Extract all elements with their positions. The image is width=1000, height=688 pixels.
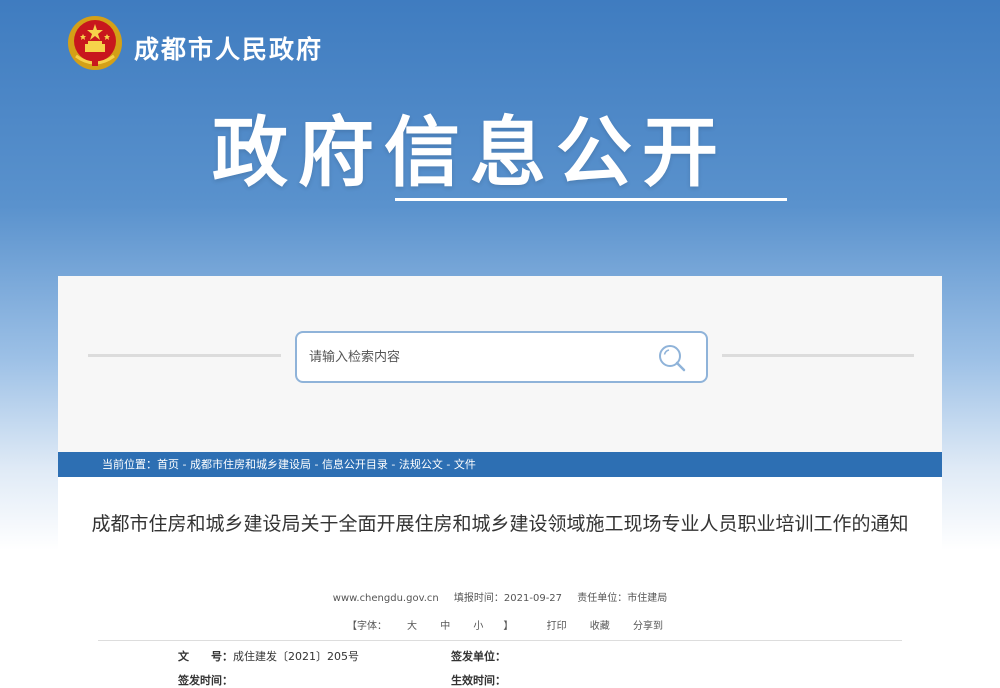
issue-time-label: 签发时间： [178, 674, 233, 687]
meta-fill-time: 填报时间：2021-09-27 [453, 593, 563, 604]
effective-time-label: 生效时间： [451, 674, 506, 687]
breadcrumb-separator: - [179, 458, 190, 471]
font-size-prefix: 【字体： [347, 621, 388, 632]
breadcrumb-item-housing-bureau[interactable]: 成都市住房和城乡建设局 [190, 458, 311, 471]
content-divider [98, 640, 902, 641]
font-medium-button[interactable]: 中 [440, 621, 450, 632]
document-info: 文 号：成住建发〔2021〕205号 签发单位： 签发时间： 生效时间： [178, 645, 828, 688]
breadcrumb-separator: - [310, 458, 322, 471]
effective-time: 生效时间： [451, 669, 506, 688]
search-divider-right [722, 354, 914, 357]
banner-underline [395, 198, 787, 201]
issuer-label: 签发单位： [451, 650, 506, 663]
breadcrumb-item-home[interactable]: 首页 [157, 458, 179, 471]
print-button[interactable]: 打印 [547, 621, 567, 632]
search-box [295, 331, 708, 383]
breadcrumb-separator: - [442, 458, 454, 471]
doc-number-value: 成住建发〔2021〕205号 [233, 650, 359, 663]
font-small-button[interactable]: 小 [473, 621, 483, 632]
article-content: 成都市住房和城乡建设局关于全面开展住房和城乡建设领域施工现场专业人员职业培训工作… [58, 477, 942, 688]
breadcrumb-item-regulations[interactable]: 法规公文 [399, 458, 443, 471]
breadcrumb-item-info-catalog[interactable]: 信息公开目录 [322, 458, 388, 471]
issuer: 签发单位： [451, 645, 506, 669]
search-divider-left [88, 354, 281, 357]
share-button[interactable]: 分享到 [633, 621, 663, 632]
font-size-suffix: 】 [503, 621, 514, 632]
article-tools: 【字体： 大 中 小 】 打印 收藏 分享到 [58, 617, 942, 632]
meta-unit: 责任单位：市住建局 [577, 593, 668, 604]
meta-site: www.chengdu.gov.cn [332, 593, 439, 604]
site-name: 成都市人民政府 [134, 35, 324, 64]
banner-title: 政府信息公开 [212, 108, 728, 197]
issue-time: 签发时间： [178, 669, 233, 688]
national-emblem-icon [66, 14, 124, 72]
search-icon[interactable] [656, 342, 688, 374]
doc-number-label: 文 号： [178, 650, 233, 663]
breadcrumb: 当前位置：首页 - 成都市住房和城乡建设局 - 信息公开目录 - 法规公文 - … [58, 452, 942, 477]
search-input[interactable] [309, 345, 639, 369]
article-meta: www.chengdu.gov.cn 填报时间：2021-09-27 责任单位：… [58, 589, 942, 604]
breadcrumb-item-documents[interactable]: 文件 [454, 458, 476, 471]
doc-number: 文 号：成住建发〔2021〕205号 [178, 645, 359, 669]
favorite-button[interactable]: 收藏 [590, 621, 610, 632]
info-row: 签发时间： 生效时间： [178, 669, 828, 688]
info-row: 文 号：成住建发〔2021〕205号 签发单位： [178, 645, 828, 669]
article-title: 成都市住房和城乡建设局关于全面开展住房和城乡建设领域施工现场专业人员职业培训工作… [91, 513, 909, 535]
main-card: 当前位置：首页 - 成都市住房和城乡建设局 - 信息公开目录 - 法规公文 - … [58, 276, 942, 688]
font-size-control: 【字体： 大 中 小 】 [337, 621, 523, 632]
breadcrumb-label: 当前位置： [102, 458, 157, 471]
breadcrumb-separator: - [387, 458, 399, 471]
font-large-button[interactable]: 大 [407, 621, 417, 632]
